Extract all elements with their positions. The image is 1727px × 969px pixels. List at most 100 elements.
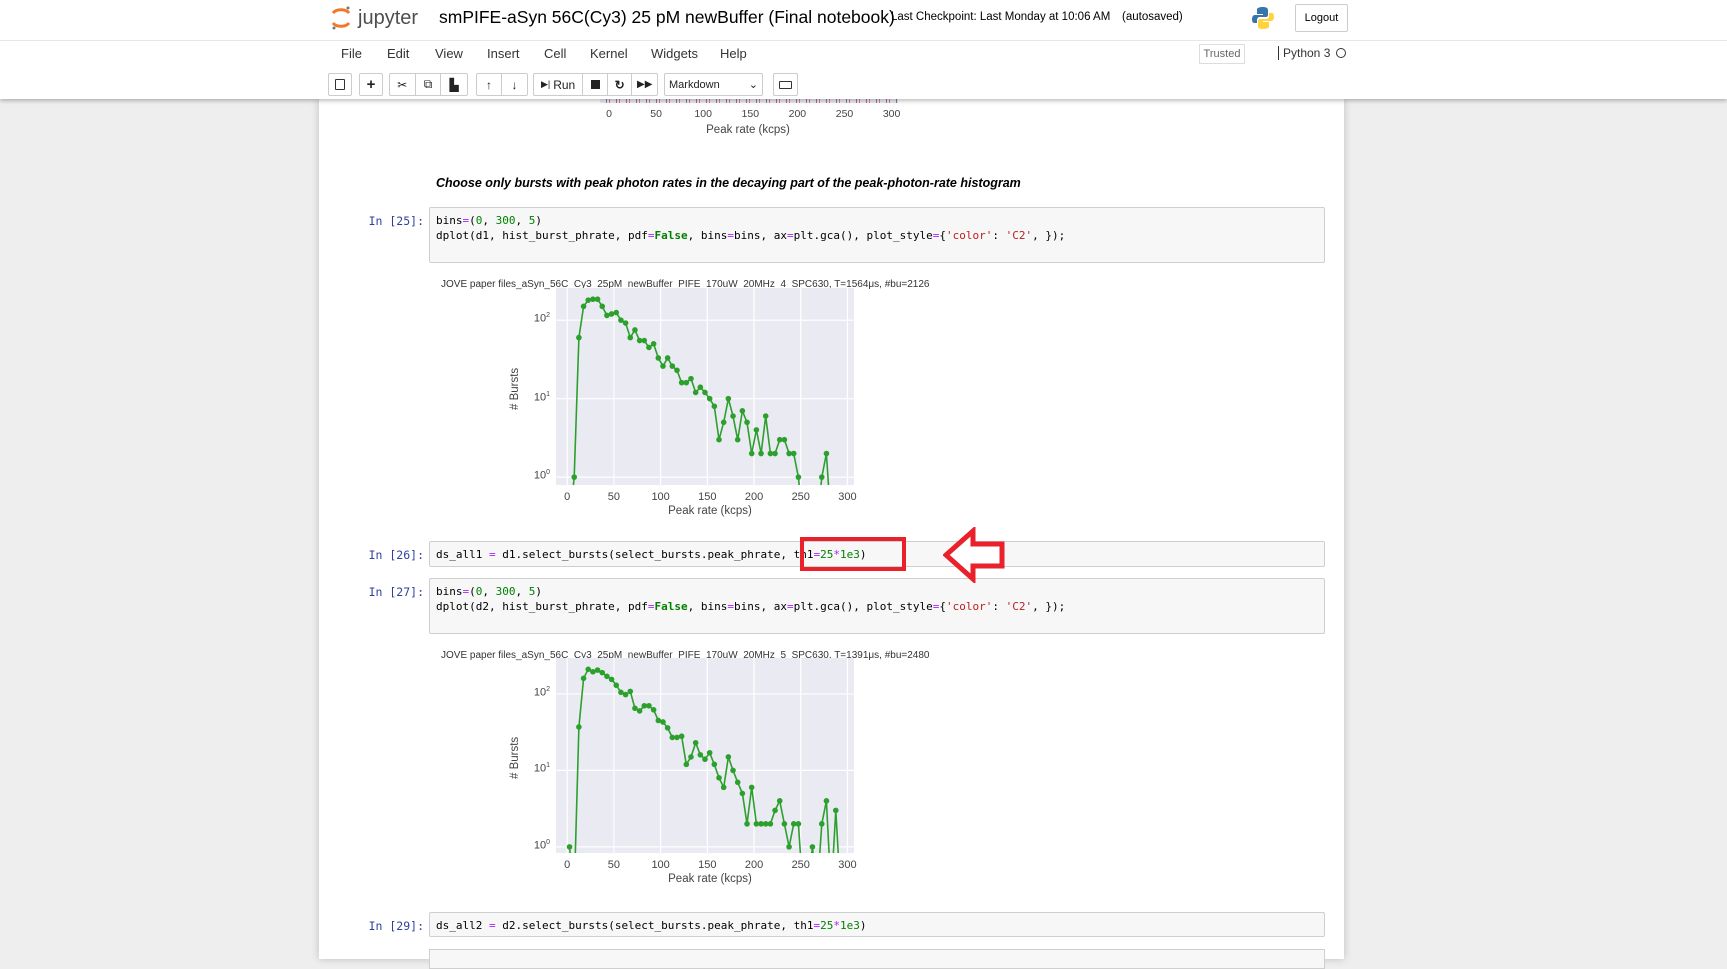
data-point xyxy=(730,767,736,774)
restart-icon: ↻ xyxy=(614,77,625,92)
data-point xyxy=(809,844,816,850)
cell-type-select[interactable]: Markdown ⌄ xyxy=(664,73,763,96)
data-point xyxy=(702,756,708,763)
data-point xyxy=(650,707,657,713)
data-point xyxy=(734,779,741,786)
data-point xyxy=(739,790,746,797)
arrow-down-icon: ↓ xyxy=(511,77,518,92)
run-button-group: ▶| Run ↻ ▶▶ xyxy=(533,73,658,96)
menubar: File Edit View Insert Cell Kernel Widgets Help xyxy=(0,40,1727,99)
data-point xyxy=(767,821,774,827)
run-button[interactable]: ▶| Run xyxy=(534,74,584,95)
move-up-button[interactable]: ↑ xyxy=(477,74,503,95)
menu-widgets[interactable]: Widgets xyxy=(651,46,698,61)
data-point xyxy=(725,754,732,760)
data-point xyxy=(646,702,652,709)
data-point xyxy=(613,682,620,689)
data-point xyxy=(683,761,690,768)
checkpoint-status: Last Checkpoint: Last Monday at 10:06 AM xyxy=(891,11,1111,23)
cut-button[interactable]: ✂ xyxy=(390,74,416,95)
plot-canvas xyxy=(556,658,854,853)
notebook-title[interactable]: smPIFE-aSyn 56C(Cy3) 25 pM newBuffer (Fi… xyxy=(439,7,895,28)
data-point xyxy=(697,752,704,758)
trusted-label: Trusted xyxy=(1203,48,1241,60)
data-point xyxy=(580,675,587,682)
plus-icon: + xyxy=(366,76,376,93)
paste-button[interactable]: ▙ xyxy=(441,74,467,95)
data-point xyxy=(711,761,718,768)
menu-insert[interactable]: Insert xyxy=(487,46,520,61)
data-point xyxy=(636,708,643,714)
copy-icon: ⧉ xyxy=(423,77,433,91)
python-logo-icon xyxy=(1252,7,1274,29)
save-icon xyxy=(335,79,345,90)
kernel-idle-icon xyxy=(1336,48,1347,58)
logout-button[interactable]: Logout xyxy=(1295,4,1348,32)
y-axis-label: # Bursts xyxy=(509,736,521,779)
menu-kernel[interactable]: Kernel xyxy=(590,46,628,61)
run-label: Run xyxy=(553,77,576,92)
data-point xyxy=(604,673,610,680)
data-point xyxy=(660,719,666,725)
highlight-box xyxy=(800,537,906,571)
data-point xyxy=(706,749,713,756)
data-point xyxy=(566,844,573,850)
data-point xyxy=(664,725,671,731)
chevron-down-icon: ⌄ xyxy=(748,79,758,91)
jupyter-logo-text: jupyter xyxy=(358,6,419,29)
copy-button[interactable]: ⧉ xyxy=(416,74,442,95)
arrow-up-icon: ↑ xyxy=(486,77,492,92)
data-point xyxy=(776,798,783,804)
menu-view[interactable]: View xyxy=(435,46,463,61)
cell-type-value: Markdown xyxy=(669,78,720,91)
logout-label: Logout xyxy=(1304,12,1339,24)
data-point xyxy=(823,798,830,804)
data-point xyxy=(795,821,802,827)
command-palette-button[interactable] xyxy=(773,73,798,96)
restart-button[interactable]: ↻ xyxy=(608,74,633,95)
data-point xyxy=(692,739,699,746)
menu-cell[interactable]: Cell xyxy=(544,46,566,61)
data-point xyxy=(599,669,606,676)
data-point xyxy=(832,807,839,814)
move-button-group: ↑ ↓ xyxy=(476,73,528,96)
fast-forward-icon: ▶▶ xyxy=(637,79,653,90)
data-point xyxy=(781,821,788,827)
data-point xyxy=(720,784,727,791)
x-axis-label: Peak rate (kcps) xyxy=(668,873,752,885)
kernel-indicator: Python 3 xyxy=(1278,46,1347,60)
step-forward-icon: ▶| xyxy=(540,79,551,89)
data-point xyxy=(688,754,694,760)
menu-file[interactable]: File xyxy=(341,46,362,61)
interrupt-button[interactable] xyxy=(583,74,608,95)
kernel-name: Python 3 xyxy=(1283,46,1331,60)
stop-icon xyxy=(590,80,600,89)
data-point xyxy=(576,724,582,730)
data-point xyxy=(744,821,750,827)
autosave-status: (autosaved) xyxy=(1122,11,1183,23)
highlight-arrow-icon xyxy=(943,527,1005,583)
jupyter-logo[interactable]: jupyter xyxy=(330,5,418,31)
plot-axes-background xyxy=(556,658,854,853)
paste-icon: ▙ xyxy=(449,77,459,92)
menu-edit[interactable]: Edit xyxy=(387,46,409,61)
scissors-icon: ✂ xyxy=(397,77,408,92)
data-point xyxy=(674,734,680,741)
move-down-button[interactable]: ↓ xyxy=(502,74,527,95)
data-point xyxy=(772,807,778,814)
data-point xyxy=(678,733,685,740)
edit-button-group: ✂ ⧉ ▙ xyxy=(389,73,468,96)
menu-help[interactable]: Help xyxy=(720,46,747,61)
notebook-header: jupyter smPIFE-aSyn 56C(Cy3) 25 pM newBu… xyxy=(0,0,1727,99)
keyboard-icon xyxy=(779,80,792,89)
insert-cell-button[interactable]: + xyxy=(359,73,383,96)
next-code-cell-partial[interactable] xyxy=(429,949,1325,969)
data-point xyxy=(627,688,634,695)
data-point xyxy=(786,844,792,850)
save-button[interactable] xyxy=(328,73,352,96)
jupyter-logo-icon xyxy=(331,6,351,30)
data-point xyxy=(608,676,615,683)
trusted-indicator[interactable]: Trusted xyxy=(1199,44,1245,64)
data-point xyxy=(818,821,825,827)
restart-run-all-button[interactable]: ▶▶ xyxy=(632,74,657,95)
